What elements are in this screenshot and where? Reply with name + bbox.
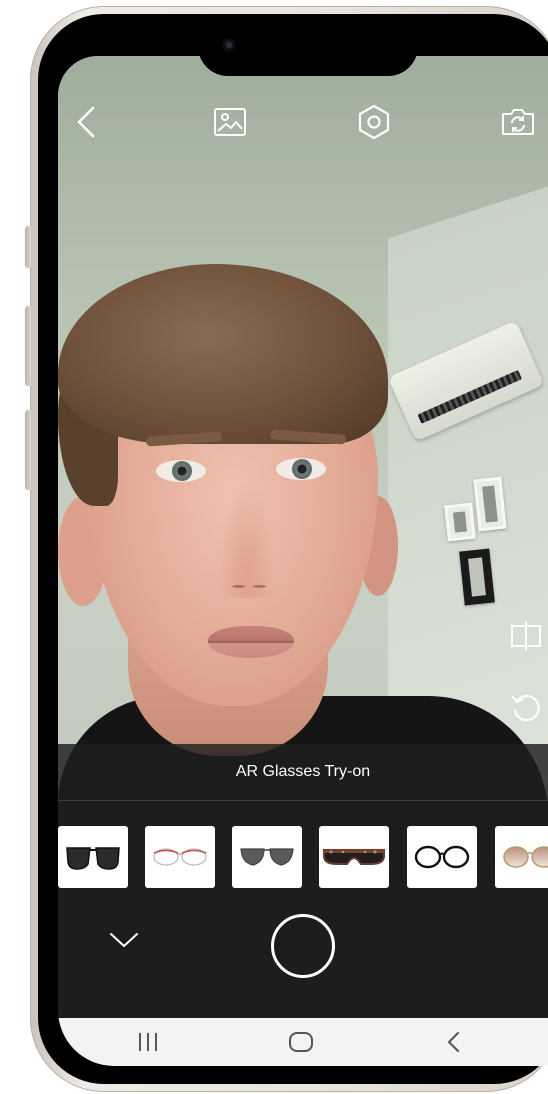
switch-camera-button[interactable] — [498, 102, 538, 142]
screen-title: AR Glasses Try-on — [235, 763, 371, 780]
person-lips — [208, 626, 294, 658]
person-hair — [58, 264, 388, 444]
glasses-thumb-2[interactable] — [145, 826, 215, 888]
system-nav-bar — [58, 1018, 548, 1066]
phone-volume-down — [25, 410, 31, 490]
system-back-button[interactable] — [424, 1024, 484, 1060]
sunglasses-icon — [66, 847, 120, 870]
home-button[interactable] — [271, 1024, 331, 1060]
glasses-thumb-3[interactable] — [232, 826, 302, 888]
gallery-button[interactable] — [210, 102, 250, 142]
title-strip: AR Glasses Try-on — [58, 744, 548, 800]
camera-preview — [58, 56, 548, 800]
shutter-button[interactable] — [271, 914, 335, 978]
shield-sunglasses-icon — [323, 849, 385, 865]
home-icon — [289, 1032, 313, 1052]
glasses-thumb-1[interactable] — [58, 826, 128, 888]
camera-switch-icon — [502, 109, 534, 135]
round-eyeglasses-icon — [414, 845, 470, 869]
phone-side-button — [25, 226, 31, 268]
back-icon — [448, 1032, 459, 1052]
recent-apps-icon — [139, 1033, 157, 1051]
settings-button[interactable] — [354, 102, 394, 142]
eyeglasses-icon — [153, 848, 207, 866]
wall-picture — [444, 502, 476, 542]
glasses-thumb-5[interactable] — [407, 826, 477, 888]
chevron-left-icon — [77, 106, 95, 138]
compare-button[interactable] — [506, 616, 546, 656]
bottom-panel — [58, 800, 548, 1018]
wall-picture — [459, 548, 495, 606]
hexagon-settings-icon — [358, 104, 390, 140]
image-icon — [214, 108, 246, 136]
back-button[interactable] — [66, 102, 106, 142]
aviator-icon — [240, 848, 294, 866]
recent-apps-button[interactable] — [118, 1024, 178, 1060]
front-camera — [222, 38, 236, 52]
reset-button[interactable] — [506, 688, 546, 728]
glasses-carousel[interactable] — [58, 826, 548, 888]
left-eye — [156, 460, 206, 482]
rotate-reset-icon — [511, 695, 540, 722]
chevron-down-icon — [110, 933, 138, 947]
glasses-thumb-6[interactable] — [495, 826, 548, 888]
compare-split-icon — [511, 622, 541, 650]
gradient-sunglasses-icon — [503, 846, 548, 868]
glasses-thumb-4[interactable] — [319, 826, 389, 888]
right-eye — [276, 458, 326, 480]
wall-picture — [473, 476, 507, 532]
collapse-button[interactable] — [102, 918, 146, 962]
phone-volume-up — [25, 306, 31, 386]
app-screen: AR Glasses Try-on — [58, 56, 548, 1066]
